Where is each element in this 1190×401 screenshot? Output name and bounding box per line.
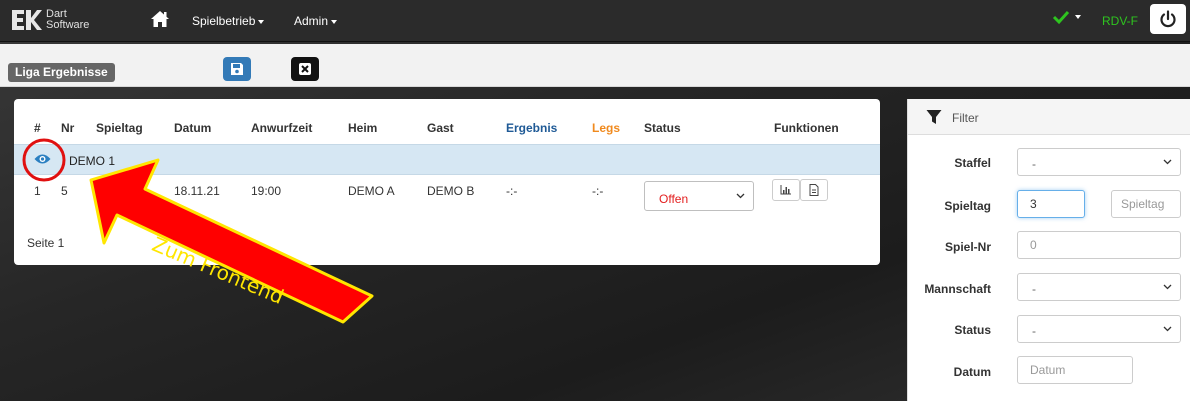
spieltag-label: Spieltag <box>944 199 991 213</box>
close-icon <box>299 63 311 75</box>
col-header-anwurfzeit: Anwurfzeit <box>251 121 313 135</box>
mannschaft-label: Mannschaft <box>924 282 991 296</box>
status-select[interactable]: Offen <box>644 181 754 211</box>
cell-nr: 5 <box>61 184 68 198</box>
col-header-ergebnis: Ergebnis <box>506 121 558 135</box>
logo-text-line2: Software <box>46 19 90 31</box>
cell-datum: 18.11.21 <box>174 184 220 198</box>
mannschaft-select[interactable]: - <box>1017 273 1181 301</box>
checkmark-icon <box>1052 10 1070 25</box>
save-icon <box>231 63 243 75</box>
chevron-down-icon <box>1163 326 1172 332</box>
chevron-down-icon <box>1163 284 1172 290</box>
chevron-down-icon <box>331 19 338 24</box>
top-navbar: Dart Software Spielbetrieb Admin RDV-F <box>0 0 1190 42</box>
power-icon <box>1160 10 1176 28</box>
spieltag-search-input[interactable] <box>1112 191 1180 217</box>
menu-admin-label: Admin <box>294 14 329 28</box>
chevron-down-icon <box>258 19 265 24</box>
statistics-button[interactable] <box>772 179 800 201</box>
status-check-menu[interactable] <box>1052 9 1081 25</box>
pagination-info: Seite 1 <box>27 236 65 250</box>
cancel-button[interactable] <box>291 57 319 81</box>
staffel-label: Staffel <box>954 156 991 170</box>
results-panel: # Nr Spieltag Datum Anwurfzeit Heim Gast… <box>14 99 880 265</box>
spieltag-search-wrapper <box>1111 190 1181 218</box>
datum-input[interactable] <box>1018 357 1132 383</box>
col-header-legs: Legs <box>592 121 621 135</box>
page-toolbar: Liga Ergebnisse <box>0 44 1190 87</box>
cell-ergebnis: -:- <box>506 184 518 198</box>
logout-button[interactable] <box>1150 4 1186 34</box>
filter-panel: Filter Staffel - Spieltag Spiel-Nr Manns… <box>907 99 1190 401</box>
col-header-spieltag: Spieltag <box>96 121 143 135</box>
spieltag-input[interactable] <box>1018 191 1084 217</box>
col-header-gast: Gast <box>427 121 454 135</box>
save-button[interactable] <box>223 57 251 81</box>
group-label: DEMO 1 <box>69 154 116 168</box>
bar-chart-icon <box>780 185 791 195</box>
datum-label: Datum <box>953 365 991 379</box>
menu-spielbetrieb[interactable]: Spielbetrieb <box>192 14 265 28</box>
col-header-funktionen: Funktionen <box>774 121 839 135</box>
spielnr-input[interactable] <box>1018 232 1180 258</box>
logo-mark-icon <box>12 10 42 30</box>
spieltag-input-wrapper <box>1017 190 1085 218</box>
report-button[interactable] <box>800 179 828 201</box>
filter-icon <box>926 110 942 124</box>
user-menu[interactable]: RDV-F <box>1102 14 1138 28</box>
chevron-down-icon <box>1163 159 1172 165</box>
spielnr-label: Spiel-Nr <box>944 240 991 254</box>
filter-title: Filter <box>952 111 979 125</box>
cell-legs: -:- <box>592 184 604 198</box>
filter-header[interactable]: Filter <box>908 99 1190 135</box>
app-logo[interactable]: Dart Software <box>10 7 89 33</box>
chevron-down-icon <box>736 193 745 199</box>
col-header-nr: Nr <box>61 121 75 135</box>
cell-heim: DEMO A <box>348 184 395 198</box>
home-icon[interactable] <box>150 9 170 29</box>
cell-gast: DEMO B <box>427 184 475 198</box>
menu-spielbetrieb-label: Spielbetrieb <box>192 14 256 28</box>
col-header-index: # <box>34 121 41 135</box>
status-filter-select[interactable]: - <box>1017 315 1181 343</box>
col-header-datum: Datum <box>174 121 212 135</box>
chevron-down-icon <box>1075 15 1081 19</box>
document-icon <box>809 184 819 196</box>
page-title: Liga Ergebnisse <box>8 63 115 82</box>
staffel-select[interactable]: - <box>1017 148 1181 176</box>
cell-index: 1 <box>34 184 41 198</box>
status-filter-select-value: - <box>1032 324 1036 338</box>
col-header-heim: Heim <box>348 121 378 135</box>
status-select-value: Offen <box>659 192 689 206</box>
menu-admin[interactable]: Admin <box>294 14 338 28</box>
staffel-select-value: - <box>1032 157 1036 171</box>
col-header-status: Status <box>644 121 681 135</box>
cell-anwurfzeit: 19:00 <box>251 184 282 198</box>
mannschaft-select-value: - <box>1032 282 1036 296</box>
datum-input-wrapper <box>1017 356 1133 384</box>
spielnr-input-wrapper <box>1017 231 1181 259</box>
group-row: DEMO 1 <box>14 144 880 175</box>
eye-icon[interactable] <box>34 153 51 165</box>
status-filter-label: Status <box>954 323 991 337</box>
